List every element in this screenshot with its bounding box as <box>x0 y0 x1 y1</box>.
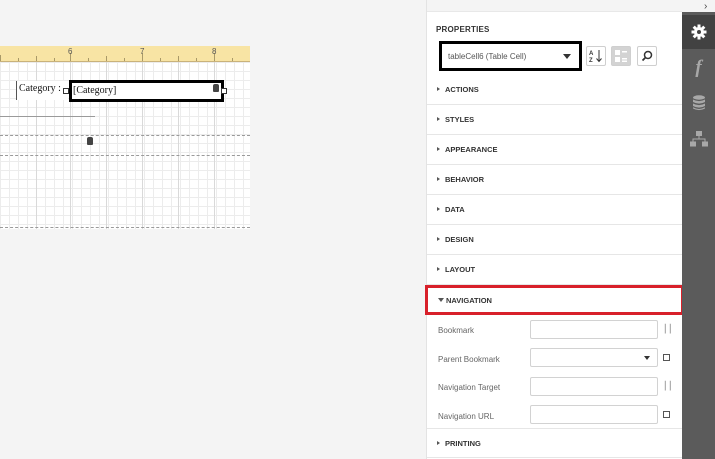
database-icon <box>692 95 705 111</box>
group-design[interactable]: DESIGN <box>427 225 683 255</box>
group-data[interactable]: DATA <box>427 195 683 225</box>
ruler-label: 6 <box>68 47 73 56</box>
panel-top-strip <box>427 0 683 12</box>
data-binding-icon <box>87 137 93 145</box>
bookmark-input[interactable] <box>530 320 658 339</box>
ruler-label: 8 <box>212 47 217 56</box>
group-layout[interactable]: LAYOUT <box>427 255 683 285</box>
element-selector-value: tableCell6 (Table Cell) <box>448 52 527 61</box>
gear-icon <box>691 24 706 40</box>
group-label: PRINTING <box>445 439 481 448</box>
group-navigation[interactable]: NAVIGATION <box>425 285 684 315</box>
default-value-icon[interactable] <box>663 354 670 361</box>
function-icon: f <box>695 57 702 78</box>
sort-az-icon: A Z <box>589 50 602 63</box>
group-styles[interactable]: STYLES <box>427 105 683 135</box>
expand-arrow-icon <box>437 441 440 445</box>
expand-arrow-icon <box>437 267 440 271</box>
search-icon <box>641 50 653 62</box>
chevron-down-icon <box>644 356 650 360</box>
svg-text:Z: Z <box>589 58 593 63</box>
navigation-url-label: Navigation URL <box>438 412 495 421</box>
element-selector[interactable]: tableCell6 (Table Cell) <box>439 41 582 71</box>
expand-arrow-icon <box>437 207 440 211</box>
data-binding-icon <box>213 84 219 92</box>
categorized-view-button[interactable] <box>611 46 631 66</box>
expression-icon[interactable]: ││ <box>663 324 673 333</box>
navigation-url-input[interactable] <box>530 405 658 424</box>
panel-title: PROPERTIES <box>436 25 490 34</box>
group-label: APPEARANCE <box>445 145 498 154</box>
default-value-icon[interactable] <box>663 411 670 418</box>
expand-arrow-icon <box>437 87 440 91</box>
group-actions[interactable]: ACTIONS <box>427 75 683 105</box>
collapse-arrow-icon <box>438 298 444 302</box>
band-separator <box>0 135 250 136</box>
expand-arrow-icon <box>437 117 440 121</box>
bookmark-label: Bookmark <box>438 326 475 335</box>
horizontal-ruler: 6 7 8 <box>0 46 250 62</box>
expand-arrow-icon <box>437 147 440 151</box>
collapse-panel-icon[interactable]: › <box>704 1 707 12</box>
svg-text:A: A <box>589 51 594 57</box>
tabbar-top-strip <box>682 0 715 12</box>
group-behavior[interactable]: BEHAVIOR <box>427 165 683 195</box>
tab-expressions[interactable]: f <box>682 51 715 85</box>
band-separator <box>0 155 250 156</box>
expression-icon[interactable]: ││ <box>663 381 673 390</box>
band-line <box>0 116 95 117</box>
search-button[interactable] <box>637 46 657 66</box>
group-label: ACTIONS <box>445 85 479 94</box>
category-table-cell[interactable]: [Category] <box>69 80 224 102</box>
expand-arrow-icon <box>437 177 440 181</box>
side-tab-bar: › f <box>682 0 715 459</box>
chevron-down-icon <box>563 54 571 59</box>
hierarchy-icon <box>689 131 708 147</box>
group-label: STYLES <box>445 115 475 124</box>
group-label: LAYOUT <box>445 265 476 274</box>
ruler-label: 7 <box>140 47 145 56</box>
expand-arrow-icon <box>437 237 440 241</box>
group-label: DATA <box>445 205 465 214</box>
sort-alphabetically-button[interactable]: A Z <box>586 46 606 66</box>
band-separator <box>0 227 250 228</box>
category-label-cell[interactable]: Category : <box>16 81 68 100</box>
group-label: DESIGN <box>445 235 474 244</box>
group-label: BEHAVIOR <box>445 175 485 184</box>
properties-panel: PROPERTIES tableCell6 (Table Cell) A Z A… <box>425 0 684 459</box>
design-surface[interactable]: 6 7 8 Category : [Category] <box>0 0 426 459</box>
parent-bookmark-label: Parent Bookmark <box>438 355 500 364</box>
group-label: NAVIGATION <box>446 296 492 305</box>
group-printing[interactable]: PRINTING <box>427 428 683 458</box>
categories-icon <box>615 50 627 62</box>
parent-bookmark-select[interactable] <box>530 348 658 367</box>
navigation-target-label: Navigation Target <box>438 383 501 392</box>
group-appearance[interactable]: APPEARANCE <box>427 135 683 165</box>
tab-properties[interactable] <box>682 15 715 49</box>
resize-handle[interactable] <box>221 88 227 94</box>
tab-report-explorer[interactable] <box>682 122 715 156</box>
navigation-target-input[interactable] <box>530 377 658 396</box>
tab-field-list[interactable] <box>682 86 715 120</box>
